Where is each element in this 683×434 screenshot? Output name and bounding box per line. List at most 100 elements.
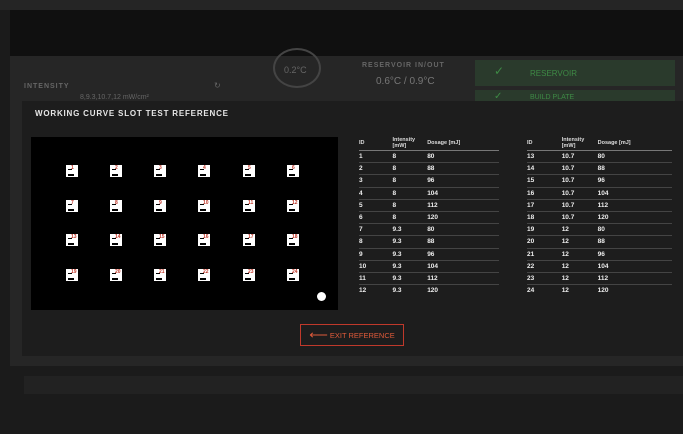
cell-intensity: 8 [392,186,428,200]
slot-21: 21 [154,269,166,281]
table-row: 9 9.3 96 [359,247,499,261]
table-row: 2 8 88 [359,162,499,175]
cell-id: 23 [527,271,562,285]
cell-id: 16 [527,186,562,200]
slot-plate-preview: 1 2 3 4 5 6 7 8 9 10 11 12 13 14 15 16 17 18 19 20 21 22 23 24 [31,137,338,310]
cell-dosage: 88 [597,162,672,175]
cell-intensity: 9.3 [392,247,428,261]
cell-id: 15 [527,174,562,188]
reservoir-label: RESERVOIR IN/OUT [362,62,445,69]
slot-number: 8 [115,200,118,206]
cell-id: 5 [359,198,393,212]
slot-23: 23 [243,269,255,281]
table-row: 8 9.3 88 [359,235,499,248]
cell-intensity: 10.7 [561,162,598,175]
intensity-label: INTENSITY [24,83,70,90]
cell-dosage: 120 [427,284,499,297]
slot-8: 8 [110,200,122,212]
table-row: 20 12 88 [527,235,672,248]
cell-intensity: 12 [561,284,598,297]
table-row: 3 8 96 [359,174,499,188]
cell-id: 6 [359,210,393,224]
cell-intensity: 9.3 [392,223,428,236]
cell-dosage: 80 [427,149,499,163]
cell-id: 13 [527,149,562,163]
slot-number: 9 [159,200,162,206]
cell-id: 10 [359,259,393,273]
cell-intensity: 12 [561,247,598,261]
table-row: 15 10.7 96 [527,174,672,188]
back-arrow-icon: ⟵ [309,327,328,342]
col-id: ID [359,140,365,146]
reference-modal: WORKING CURVE SLOT TEST REFERENCE 123456… [22,101,683,356]
check-icon: ✓ [494,64,505,78]
cell-dosage: 88 [427,162,499,175]
slot-number: 3 [159,165,162,171]
cell-intensity: 8 [392,162,428,175]
cell-dosage: 120 [427,210,499,224]
cell-intensity: 10.7 [561,186,598,200]
cell-dosage: 88 [427,235,499,248]
col-dosage: Dosage [mJ] [597,140,631,146]
slot-number: 15 [159,234,165,240]
cell-id: 2 [359,162,393,175]
cell-id: 14 [527,162,562,175]
modal-title: WORKING CURVE SLOT TEST REFERENCE [35,109,229,118]
cell-id: 1 [359,149,393,163]
slot-5: 5 [243,165,255,177]
table-row: 16 10.7 104 [527,186,672,200]
table-row: 13 10.7 80 [527,149,672,163]
table-row: 19 12 80 [527,223,672,236]
col-id: ID [527,140,533,146]
slot-2: 2 [110,165,122,177]
cell-id: 11 [359,271,393,285]
cell-id: 4 [359,186,393,200]
reservoir-status-label: RESERVOIR [530,69,577,78]
orientation-dot [317,292,326,301]
cell-id: 9 [359,247,393,261]
cell-id: 22 [527,259,562,273]
cell-intensity: 10.7 [561,210,598,224]
cell-intensity: 9.3 [392,259,428,273]
cell-intensity: 9.3 [392,271,428,285]
table-row: 10 9.3 104 [359,259,499,273]
slot-number: 18 [292,234,298,240]
refresh-icon: ↻ [214,81,221,90]
cell-intensity: 12 [561,259,598,273]
reference-table-right: ID Intensity [mW] Dosage [mJ] 13 10.7 80 14… [527,136,672,297]
exit-reference-button[interactable]: ⟵ EXIT REFERENCE [300,324,404,346]
slot-number: 11 [248,200,254,206]
cell-dosage: 104 [597,259,672,273]
slot-number: 24 [292,269,298,275]
cell-dosage: 120 [597,210,672,224]
cell-intensity: 10.7 [561,198,598,212]
slot-number: 10 [203,200,209,206]
cell-dosage: 104 [597,186,672,200]
cell-dosage: 96 [597,174,672,188]
table-row: 17 10.7 112 [527,198,672,212]
cell-intensity: 8 [392,210,428,224]
slot-16: 16 [198,234,210,246]
slot-number: 12 [292,200,298,206]
top-bar [0,0,683,10]
table-row: 22 12 104 [527,259,672,273]
cell-dosage: 112 [597,271,672,285]
cell-dosage: 104 [427,259,499,273]
slot-number: 13 [71,234,77,240]
cell-id: 17 [527,198,562,212]
cell-intensity: 10.7 [561,174,598,188]
slot-20: 20 [110,269,122,281]
cell-intensity: 8 [392,149,428,163]
cell-id: 21 [527,247,562,261]
cell-dosage: 80 [597,223,672,236]
slot-number: 5 [248,165,251,171]
slot-19: 19 [66,269,78,281]
slot-number: 22 [203,269,209,275]
col-dosage: Dosage [mJ] [427,140,461,146]
table-row: 6 8 120 [359,210,499,224]
slot-number: 20 [115,269,121,275]
table-row: 18 10.7 120 [527,210,672,224]
slot-11: 11 [243,200,255,212]
cell-intensity: 9.3 [392,284,428,297]
slot-6: 6 [287,165,299,177]
